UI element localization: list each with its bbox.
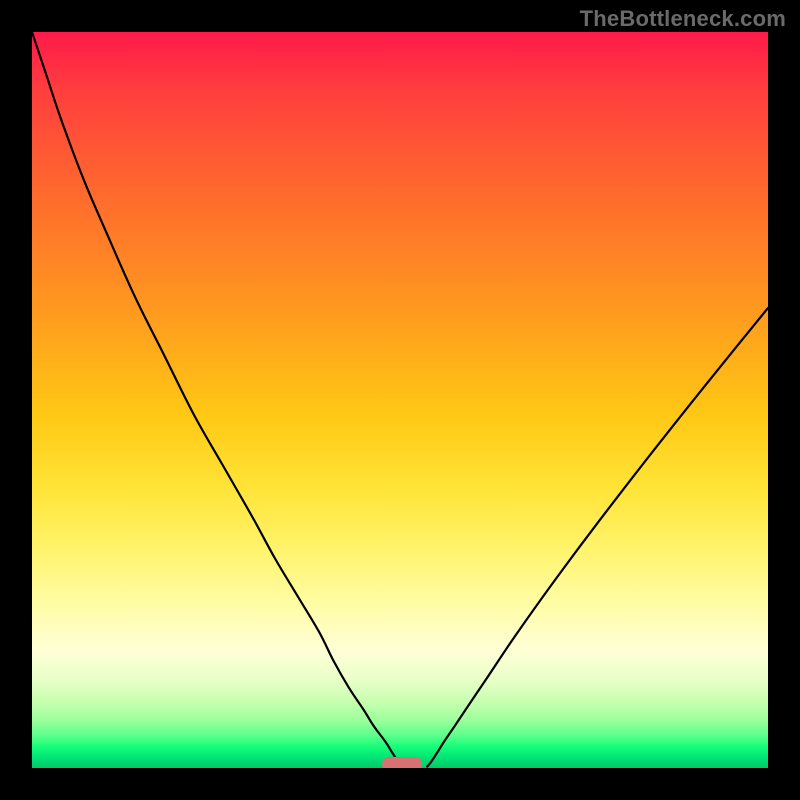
curves-svg [32, 32, 768, 768]
curve-right [427, 308, 768, 767]
plot-area [32, 32, 768, 768]
watermark-text: TheBottleneck.com [580, 6, 786, 32]
chart-frame: TheBottleneck.com [0, 0, 800, 800]
curve-left [32, 32, 402, 767]
optimal-marker [382, 757, 422, 768]
